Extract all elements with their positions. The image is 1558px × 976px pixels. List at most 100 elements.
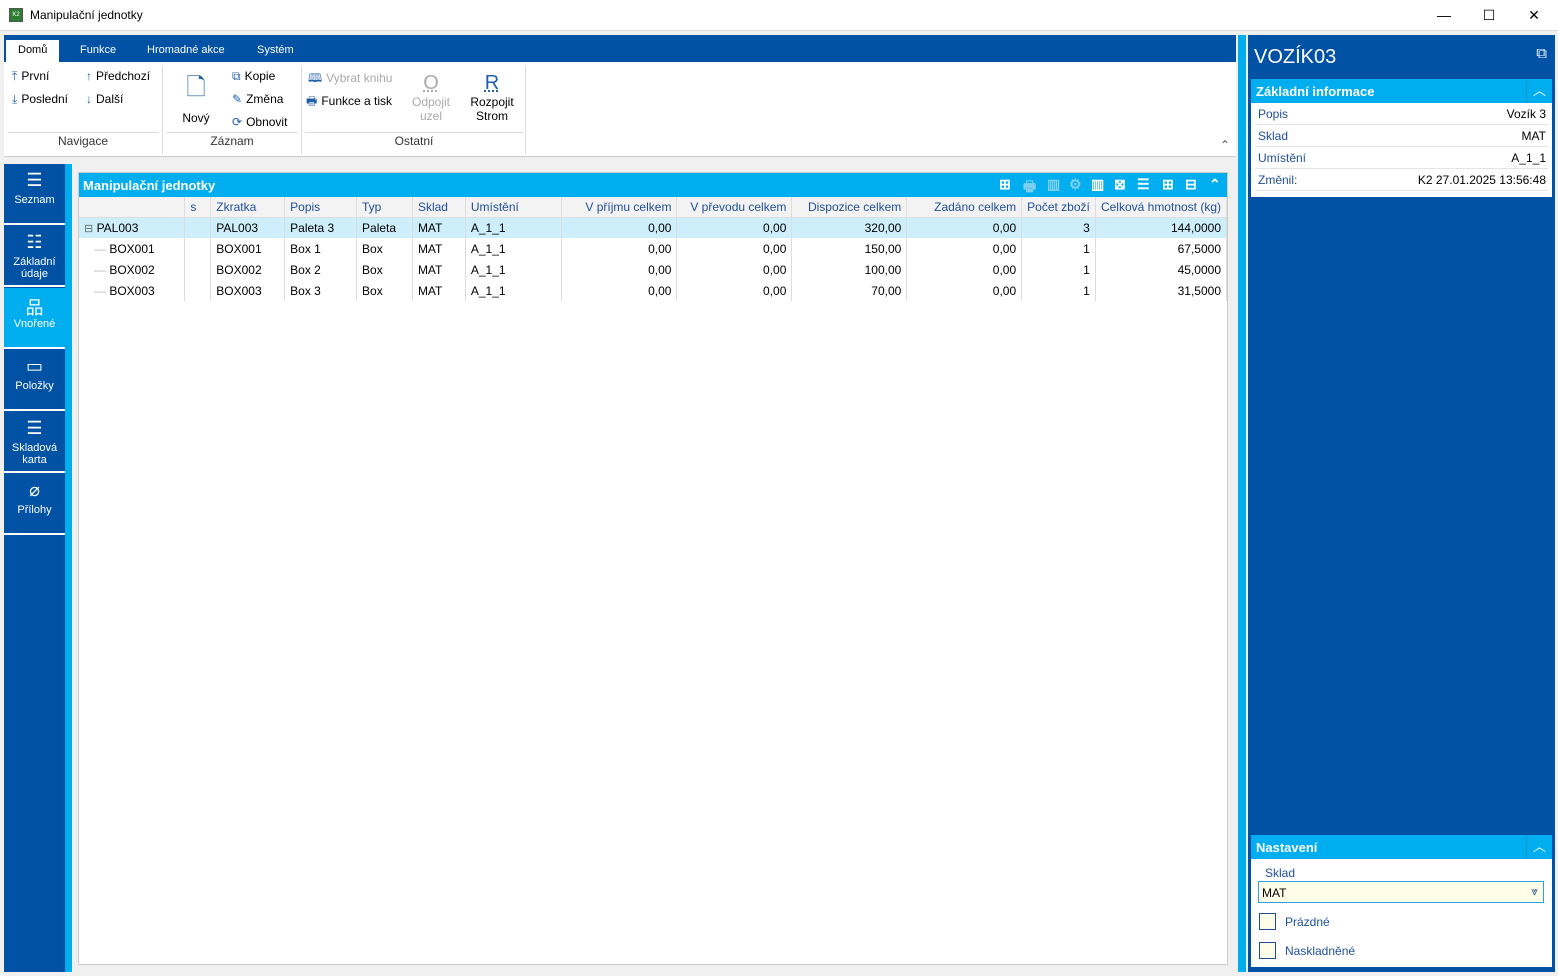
column-header[interactable]: Zkratka	[210, 197, 286, 218]
column-header[interactable]: V převodu celkem	[676, 197, 793, 218]
nav-item-0[interactable]: ☰ Seznam	[4, 164, 65, 225]
pencil-icon: ✎	[232, 92, 243, 106]
print-button[interactable]: 🖶 Funkce a tisk	[306, 92, 392, 113]
basic-info-header[interactable]: Základní informace ︿	[1251, 79, 1552, 103]
ribbon-tabs: Domů Funkce Hromadné akce Systém	[4, 35, 1236, 62]
grid-title: Manipulační jednotky	[83, 178, 216, 193]
tree-label: BOX001	[109, 241, 155, 256]
info-value: K2 27.01.2025 13:56:48	[1417, 173, 1546, 187]
column-header[interactable]: V příjmu celkem	[561, 197, 678, 218]
tree-cell[interactable]: — BOX002	[79, 259, 186, 280]
select-book-button[interactable]: 🕮 Vybrat knihu	[308, 69, 392, 90]
chevron-up-icon[interactable]: ︿	[1526, 835, 1552, 859]
sklad-label: Sklad	[1265, 866, 1296, 880]
table-cell: BOX001	[210, 238, 286, 259]
column-header[interactable]: Popis	[284, 197, 358, 218]
table-cell: 320,00	[791, 217, 908, 238]
nav-label: Základní údaje	[13, 256, 56, 280]
chevron-up-icon[interactable]: ︿	[1526, 79, 1552, 103]
info-row: Popis Vozík 3	[1255, 103, 1548, 125]
close-button[interactable]: ✕	[1511, 4, 1557, 26]
empty-checkbox[interactable]	[1259, 913, 1276, 930]
table-row[interactable]: — BOX001 BOX001 Box 1 Box MAT A_1_1 0,00 0,00 15…	[79, 238, 1228, 259]
tab-domu[interactable]: Domů	[6, 40, 60, 62]
detail-title: VOZÍK03	[1254, 46, 1337, 68]
first-button[interactable]: ⤒ První	[12, 69, 49, 84]
tab-system[interactable]: Systém	[245, 40, 306, 62]
table-row[interactable]: ⊟ PAL003 PAL003 Paleta 3 Paleta MAT A_1_1 0,00…	[79, 217, 1228, 238]
split-tree-button[interactable]: R Rozpojit Strom	[466, 72, 518, 123]
table-cell: 0,00	[676, 238, 793, 259]
nav-item-3[interactable]: ▭ Položky	[4, 350, 65, 411]
ribbon: ⤒ První ⤓ Poslední ↑ Předchozí ↓ Další Navig…	[4, 62, 1236, 157]
previous-button[interactable]: ↑ Předchozí	[86, 69, 150, 83]
expand-all-icon[interactable]: ⊞	[1162, 176, 1174, 193]
column-header[interactable]: Dispozice celkem	[791, 197, 908, 218]
collapse-node-icon[interactable]: ⊟	[84, 223, 93, 235]
last-button[interactable]: ⤓ Poslední	[12, 92, 68, 107]
grid-panel: Manipulační jednotky ⊞ 🖶 ▥ ⚙ ▥ ⊠ ☰ ⊞ ⊟ ⌃…	[78, 172, 1228, 965]
next-button[interactable]: ↓ Další	[86, 92, 123, 106]
table-cell: 70,00	[791, 280, 908, 301]
column-header[interactable]	[79, 197, 186, 218]
open-external-icon[interactable]: ⧉	[1536, 45, 1547, 62]
collapse-panel-icon[interactable]: ⌃	[1209, 176, 1221, 193]
table-cell: 144,0000	[1095, 217, 1228, 238]
refresh-button[interactable]: ⟳ Obnovit	[232, 115, 287, 129]
basic-info-section: Základní informace ︿ Popis Vozík 3 Sklad MAT…	[1251, 79, 1552, 197]
filter-icon: ⚙	[1069, 176, 1082, 192]
edit-button[interactable]: ✎ Změna	[232, 92, 283, 106]
tree-cell[interactable]: — BOX003	[79, 280, 186, 301]
nav-item-1[interactable]: ☷ Základní údaje	[4, 226, 65, 287]
dropdown-icon[interactable]: ⩔	[1531, 884, 1538, 899]
nav-item-2[interactable]: 品 Vnořené	[4, 288, 65, 349]
stocked-checkbox[interactable]	[1259, 942, 1276, 959]
tree-cell[interactable]: — BOX001	[79, 238, 186, 259]
last-label: Poslední	[21, 92, 69, 106]
copy-button[interactable]: ⧉ Kopie	[232, 69, 275, 84]
book-icon: 🕮	[308, 71, 323, 85]
collapse-all-icon[interactable]: ⊟	[1185, 176, 1197, 193]
column-header[interactable]: Typ	[356, 197, 413, 218]
columns-icon[interactable]: ▥	[1091, 176, 1104, 193]
table-cell: 100,00	[791, 259, 908, 280]
table-row[interactable]: — BOX003 BOX003 Box 3 Box MAT A_1_1 0,00 0,00 70…	[79, 280, 1228, 301]
paperclip-icon: ⌀	[29, 480, 40, 500]
table-cell	[184, 259, 212, 280]
minimize-button[interactable]: —	[1421, 4, 1467, 26]
tab-hromadne-akce[interactable]: Hromadné akce	[135, 40, 237, 62]
table-row[interactable]: — BOX002 BOX002 Box 2 Box MAT A_1_1 0,00 0,00 10…	[79, 259, 1228, 280]
collapse-ribbon-icon[interactable]: ⌃	[1220, 138, 1230, 152]
rows-icon[interactable]: ☰	[1137, 176, 1150, 193]
column-header[interactable]: Zadáno celkem	[906, 197, 1023, 218]
tab-funkce[interactable]: Funkce	[68, 40, 128, 62]
sklad-select[interactable]: MAT ⩔	[1258, 881, 1544, 903]
column-header[interactable]: Počet zboží	[1021, 197, 1096, 218]
table-cell: 0,00	[561, 217, 678, 238]
info-label: Sklad	[1258, 129, 1289, 143]
column-header[interactable]: Umístění	[465, 197, 562, 218]
detach-node-button[interactable]: O Odpojit uzel	[406, 72, 456, 123]
info-value: A_1_1	[1511, 151, 1546, 165]
splitter[interactable]	[1238, 35, 1246, 972]
column-header[interactable]: Celková hmotnost (kg)	[1095, 197, 1228, 218]
tree-icon[interactable]: ⊞	[999, 176, 1011, 193]
table-cell: Box	[356, 259, 413, 280]
tree-line: —	[94, 241, 106, 256]
grid-table: s Zkratka Popis Typ Sklad Umístění V příjmu ce…	[79, 197, 1228, 301]
settings-header[interactable]: Nastavení ︿	[1251, 835, 1552, 859]
table-cell: Paleta 3	[284, 217, 358, 238]
nav-item-5[interactable]: ⌀ Přílohy	[4, 474, 65, 535]
new-button[interactable]: 🗋 Nový	[176, 70, 216, 125]
column-header[interactable]: Sklad	[412, 197, 466, 218]
tree-label: BOX002	[109, 262, 155, 277]
arrow-down-icon: ↓	[86, 92, 92, 106]
table-cell: Box	[356, 238, 413, 259]
column-header[interactable]: s	[184, 197, 212, 218]
excel-icon[interactable]: ⊠	[1114, 176, 1126, 193]
detail-panel: VOZÍK03 ⧉ Základní informace ︿ Popis Vozík…	[1248, 35, 1555, 972]
maximize-button[interactable]: ☐	[1466, 4, 1512, 26]
table-cell: MAT	[412, 280, 466, 301]
nav-item-4[interactable]: ☰ Skladová karta	[4, 412, 65, 473]
tree-cell[interactable]: ⊟ PAL003	[79, 217, 186, 238]
